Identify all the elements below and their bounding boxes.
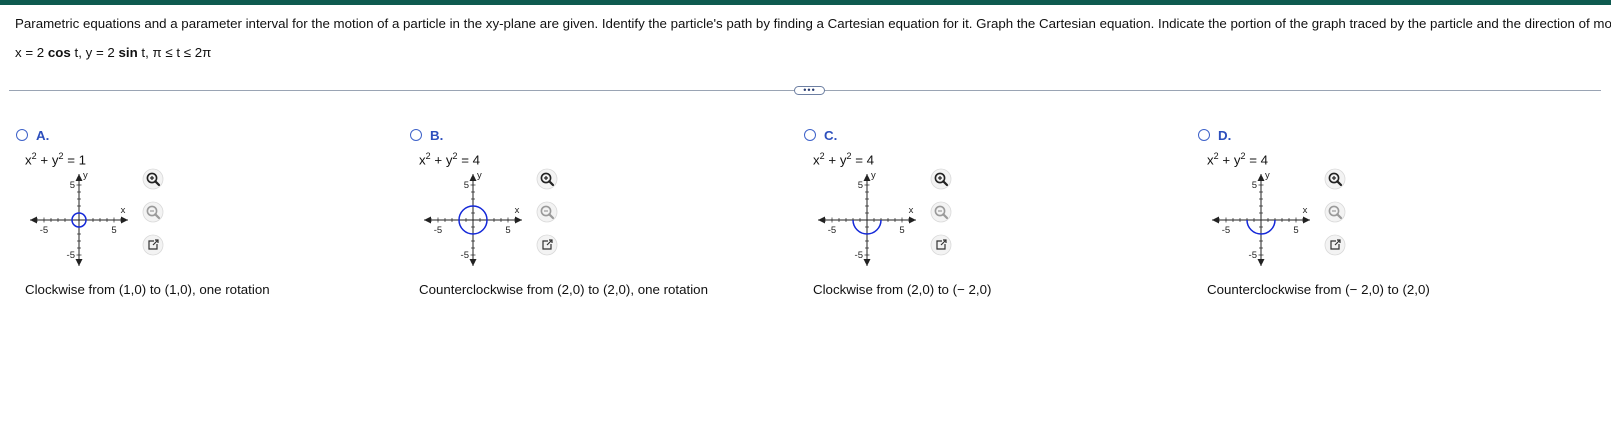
x-tick-label: -5: [40, 225, 48, 236]
x-axis-label: x: [121, 205, 126, 216]
radio-button-b[interactable]: [410, 129, 422, 141]
x-tick-label: -5: [828, 225, 836, 236]
y-axis-label: y: [1265, 170, 1270, 181]
y-tick-label: -5: [461, 250, 469, 261]
y-tick-label: -5: [855, 250, 863, 261]
y-axis-arrow: [863, 259, 871, 266]
divider-expand-handle[interactable]: •••: [794, 86, 825, 95]
external-link-icon[interactable]: [930, 234, 952, 256]
y-axis-arrow: [1257, 259, 1265, 266]
choice-description: Clockwise from (1,0) to (1,0), one rotat…: [25, 282, 270, 297]
cartesian-equation: x2 + y2 = 1: [25, 151, 87, 168]
choice-letter: B.: [430, 128, 444, 143]
choice-letter: C.: [824, 128, 838, 143]
zoom-out-icon[interactable]: [536, 201, 558, 223]
cartesian-equation: x2 + y2 = 4: [1207, 151, 1269, 168]
choice-a[interactable]: A. x2 + y2 = 1 y x -5 5 5 -5 Clockwise from (…: [15, 128, 315, 308]
x-axis-arrow: [1303, 216, 1310, 224]
equation-rhs: = 1: [67, 152, 87, 168]
x-tick-label: -5: [434, 225, 442, 236]
y-tick-label: 5: [70, 180, 75, 191]
x-tick-label: 5: [899, 225, 904, 236]
x-tick-label: -5: [1222, 225, 1230, 236]
y-axis-arrow: [469, 259, 477, 266]
divider-handle-dots: •••: [803, 85, 816, 95]
eq-cos: cos: [47, 45, 71, 60]
y-axis-label: y: [83, 170, 88, 181]
x-axis-label: x: [1303, 205, 1308, 216]
choice-c[interactable]: C. x2 + y2 = 4 y x -5 5 5 -5 Clockwise from (…: [803, 128, 1103, 308]
equation-rhs: = 4: [1249, 152, 1269, 168]
top-bar: [0, 0, 1611, 5]
parametric-equation: x = 2 cos t, y = 2 sin t, π ≤ t ≤ 2π: [15, 45, 211, 61]
x-tick-label: 5: [505, 225, 510, 236]
external-link-icon[interactable]: [536, 234, 558, 256]
x-axis-arrow: [121, 216, 128, 224]
y-axis-arrow: [863, 174, 871, 181]
cartesian-equation: x2 + y2 = 4: [419, 151, 481, 168]
choice-graph: y x -5 5 5 -5: [1212, 170, 1310, 266]
eq-part-y: t, y = 2: [70, 45, 119, 60]
y-axis-arrow: [469, 174, 477, 181]
zoom-out-icon[interactable]: [1324, 201, 1346, 223]
choice-description: Clockwise from (2,0) to (− 2,0): [813, 282, 992, 297]
x-tick-label: 5: [1293, 225, 1298, 236]
zoom-in-icon[interactable]: [142, 168, 164, 190]
cartesian-equation: x2 + y2 = 4: [813, 151, 875, 168]
y-axis-arrow: [75, 259, 83, 266]
x-axis-arrow: [909, 216, 916, 224]
choice-graph: y x -5 5 5 -5: [818, 170, 916, 266]
equation-rhs: = 4: [855, 152, 875, 168]
question-prompt: Parametric equations and a parameter int…: [15, 16, 1611, 31]
eq-part-x: x = 2: [15, 45, 48, 60]
eq-part-interval: t, π ≤ t ≤ 2π: [137, 45, 212, 60]
y-tick-label: 5: [1252, 180, 1257, 191]
external-link-icon[interactable]: [1324, 234, 1346, 256]
y-tick-label: 5: [464, 180, 469, 191]
x-axis-label: x: [909, 205, 914, 216]
zoom-out-icon[interactable]: [142, 201, 164, 223]
x-axis-arrow: [424, 216, 431, 224]
zoom-out-icon[interactable]: [930, 201, 952, 223]
choice-letter: A.: [36, 128, 50, 143]
x-axis-arrow: [818, 216, 825, 224]
external-link-icon[interactable]: [142, 234, 164, 256]
equation-rhs: = 4: [461, 152, 481, 168]
eq-sin: sin: [118, 45, 138, 60]
choice-graph: y x -5 5 5 -5: [30, 170, 128, 266]
y-tick-label: -5: [1249, 250, 1257, 261]
choice-description: Counterclockwise from (− 2,0) to (2,0): [1207, 282, 1430, 297]
choice-description: Counterclockwise from (2,0) to (2,0), on…: [419, 282, 708, 297]
y-axis-label: y: [871, 170, 876, 181]
choice-graph: y x -5 5 5 -5: [424, 170, 522, 266]
x-axis-label: x: [515, 205, 520, 216]
radio-button-a[interactable]: [16, 129, 28, 141]
zoom-in-icon[interactable]: [536, 168, 558, 190]
y-axis-arrow: [1257, 174, 1265, 181]
y-tick-label: 5: [858, 180, 863, 191]
y-tick-label: -5: [67, 250, 75, 261]
y-axis-label: y: [477, 170, 482, 181]
choice-d[interactable]: D. x2 + y2 = 4 y x -5 5 5 -5 Counterclockwise…: [1197, 128, 1497, 308]
x-axis-arrow: [1212, 216, 1219, 224]
x-axis-arrow: [30, 216, 37, 224]
choice-b[interactable]: B. x2 + y2 = 4 y x -5 5 5 -5 Counterclockwise…: [409, 128, 709, 308]
zoom-in-icon[interactable]: [1324, 168, 1346, 190]
choice-letter: D.: [1218, 128, 1232, 143]
y-axis-arrow: [75, 174, 83, 181]
x-tick-label: 5: [111, 225, 116, 236]
x-axis-arrow: [515, 216, 522, 224]
radio-button-c[interactable]: [804, 129, 816, 141]
zoom-in-icon[interactable]: [930, 168, 952, 190]
radio-button-d[interactable]: [1198, 129, 1210, 141]
